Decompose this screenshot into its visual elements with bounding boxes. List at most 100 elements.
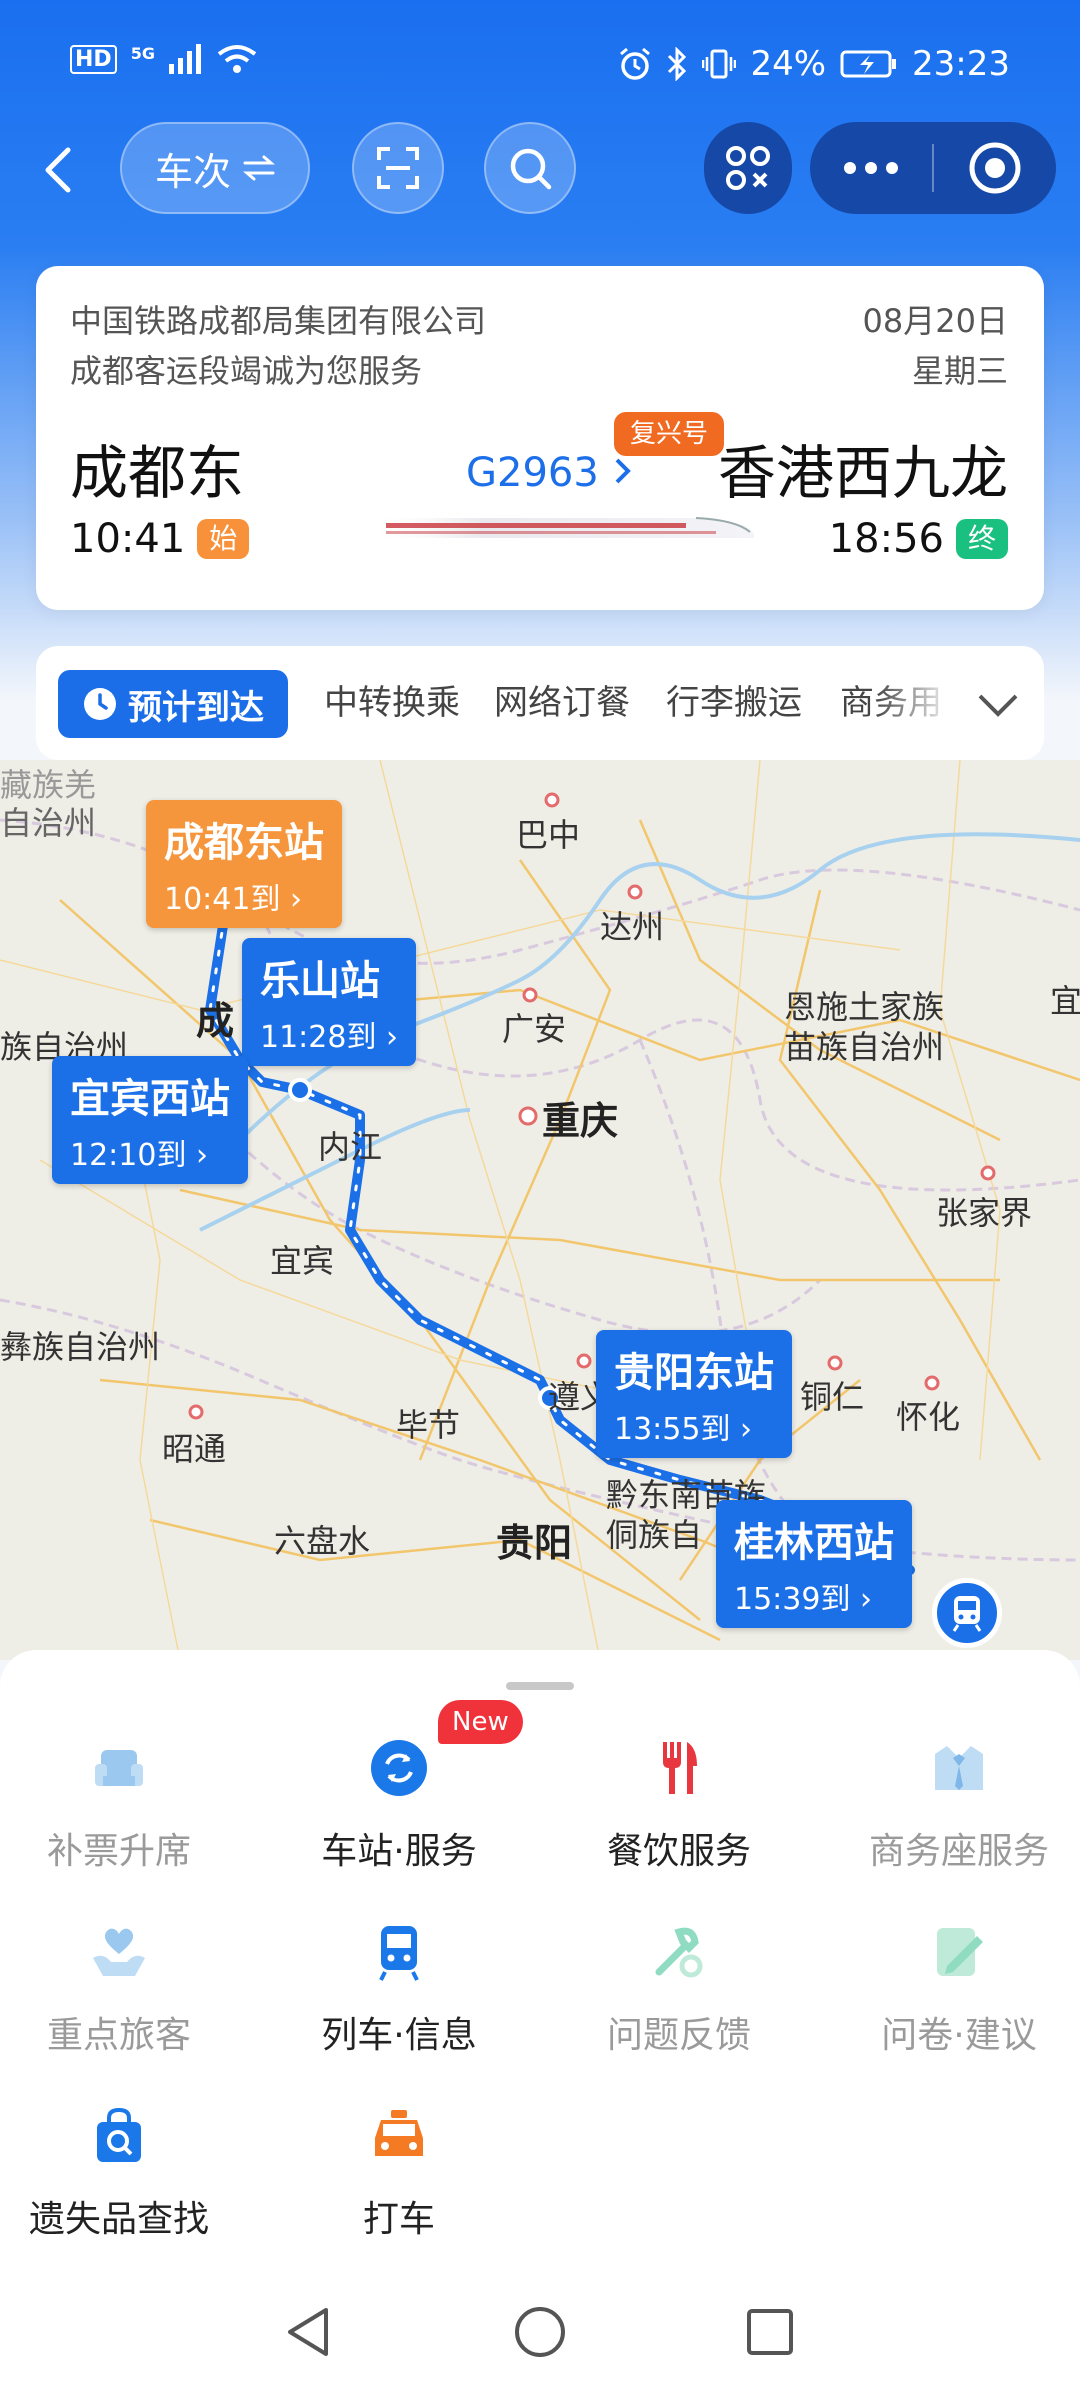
map-city-label: 自治州	[0, 804, 97, 842]
bluetooth-icon	[668, 47, 687, 81]
feedback-icon	[655, 1927, 703, 1978]
seat-upgrade-icon	[95, 1750, 143, 1786]
qr-code-button[interactable]	[704, 122, 792, 214]
stop-callout[interactable]: 宜宾西站 12:10到 ›	[52, 1056, 248, 1184]
service-train-info[interactable]: 列车·信息	[264, 1922, 534, 2082]
map-city-label: 张家界	[936, 1194, 1033, 1232]
tab-luggage[interactable]: 行李搬运	[666, 646, 802, 760]
recents-nav-icon[interactable]	[740, 2302, 800, 2362]
search-button[interactable]	[484, 122, 576, 214]
stop-name: 宜宾西站	[70, 1076, 230, 1122]
stop-name: 贵阳东站	[614, 1350, 774, 1396]
priority-passenger-icon	[93, 1928, 145, 1976]
map-city-label: 六盘水	[274, 1522, 371, 1560]
clock-icon	[84, 688, 116, 720]
stop-arrival-time: 11:28到 ›	[260, 1020, 399, 1055]
vibrate-icon	[702, 49, 737, 79]
train-number-toggle-label: 车次	[154, 149, 231, 194]
service-feedback[interactable]: 问题反馈	[544, 1922, 814, 2082]
map-city-label: 昭通	[162, 1430, 227, 1468]
chevron-right-icon	[615, 458, 631, 484]
swap-icon	[243, 155, 275, 181]
more-icon	[844, 162, 898, 174]
train-info-icon	[379, 1926, 419, 1981]
service-priority-passenger[interactable]: 重点旅客	[0, 1922, 254, 2082]
search-icon	[510, 148, 552, 190]
route-map[interactable]: 藏族羌 自治州 巴中 达州 恩施土家族 苗族自治州 广安 重庆 内江 宜宾 张家…	[0, 760, 1080, 1660]
qr-code-icon	[726, 146, 770, 190]
service-label: 补票升席	[46, 1831, 191, 1872]
map-city-label: 宜	[1050, 982, 1080, 1020]
departure-station: 成都东	[70, 439, 245, 507]
service-label: 重点旅客	[46, 2015, 191, 2056]
stop-arrival-time: 12:10到 ›	[70, 1138, 209, 1173]
tab-estimated-arrival[interactable]: 预计到达	[58, 670, 288, 738]
service-label: 问题反馈	[606, 2015, 751, 2056]
top-bar: 车次	[0, 122, 1080, 218]
departure-time-text: 10:41	[70, 516, 186, 562]
service-station[interactable]: 车站·服务	[264, 1738, 534, 1898]
travel-date: 08月20日 星期三	[863, 296, 1008, 396]
stop-callout[interactable]: 贵阳东站 13:55到 ›	[596, 1330, 792, 1458]
service-label: 车站·服务	[321, 1831, 477, 1872]
stop-arrival-time: 10:41到 ›	[164, 882, 303, 917]
taxi-icon	[375, 2110, 423, 2156]
map-city-label: 毕节	[396, 1406, 461, 1444]
map-city-label: 成	[196, 999, 235, 1043]
stop-callout[interactable]: 成都东站 10:41到 ›	[146, 800, 342, 928]
map-city-label: 侗族自	[606, 1516, 703, 1554]
train-icon	[952, 1596, 982, 1632]
more-button[interactable]	[810, 122, 932, 214]
service-label: 打车	[362, 2199, 435, 2240]
date-text: 08月20日	[862, 302, 1008, 340]
scan-button[interactable]	[352, 122, 444, 214]
service-tabs: 预计到达 中转换乘 网络订餐 行李搬运 商务用	[36, 646, 1044, 760]
service-business-seat[interactable]: 商务座服务	[824, 1738, 1080, 1898]
service-label: 商务座服务	[868, 1831, 1049, 1872]
train-number: G2963	[466, 450, 599, 496]
stop-name: 桂林西站	[734, 1520, 894, 1566]
service-taxi[interactable]: 打车	[264, 2106, 534, 2266]
map-city-label: 重庆	[542, 1099, 619, 1143]
service-label: 遗失品查找	[28, 2199, 209, 2240]
clock: 23:23	[912, 44, 1010, 84]
start-tag: 始	[197, 519, 250, 559]
new-badge: New	[438, 1700, 523, 1744]
map-city-label: 怀化	[896, 1398, 961, 1436]
map-city-label: 内江	[318, 1128, 383, 1166]
map-city-label: 彝族自治州	[0, 1328, 161, 1366]
service-label: 餐饮服务	[606, 1831, 751, 1872]
crew-service-line: 成都客运段竭诚为您服务	[70, 352, 423, 390]
service-seat-upgrade[interactable]: 补票升席	[0, 1738, 254, 1898]
stop-arrival-time: 13:55到 ›	[614, 1412, 753, 1447]
stop-callout[interactable]: 桂林西站 15:39到 ›	[716, 1500, 912, 1628]
tab-transfer[interactable]: 中转换乘	[324, 646, 460, 760]
sheet-handle[interactable]	[506, 1682, 574, 1690]
map-city-label: 贵阳	[496, 1521, 573, 1565]
train-number-toggle[interactable]: 车次	[120, 122, 310, 214]
current-train-marker[interactable]	[932, 1578, 1002, 1648]
hd-indicator: HD	[70, 44, 117, 74]
battery-charging-icon	[840, 50, 897, 78]
train-image	[366, 517, 754, 538]
service-dining[interactable]: 餐饮服务	[544, 1738, 814, 1898]
back-nav-icon[interactable]	[280, 2302, 340, 2362]
stop-name: 成都东站	[164, 820, 324, 866]
back-icon[interactable]	[32, 142, 88, 198]
map-city-label: 宜宾	[270, 1242, 335, 1280]
service-lost-found[interactable]: 遗失品查找	[0, 2106, 254, 2266]
tab-meal-order[interactable]: 网络订餐	[494, 646, 630, 760]
stop-callout[interactable]: 乐山站 11:28到 ›	[242, 938, 417, 1066]
scan-icon	[377, 147, 419, 189]
train-number-link[interactable]: G2963	[466, 450, 634, 496]
map-city-label: 铜仁	[800, 1378, 865, 1416]
stop-arrival-time: 15:39到 ›	[734, 1582, 873, 1617]
service-label: 列车·信息	[321, 2015, 477, 2056]
close-miniapp-button[interactable]	[934, 122, 1056, 214]
map-city-label: 达州	[600, 908, 665, 946]
home-nav-icon[interactable]	[510, 2302, 570, 2362]
chevron-down-icon[interactable]	[976, 682, 1020, 726]
map-city-label: 苗族自治州	[784, 1028, 945, 1066]
signal-icon	[168, 44, 201, 74]
service-survey[interactable]: 问卷·建议	[824, 1922, 1080, 2082]
